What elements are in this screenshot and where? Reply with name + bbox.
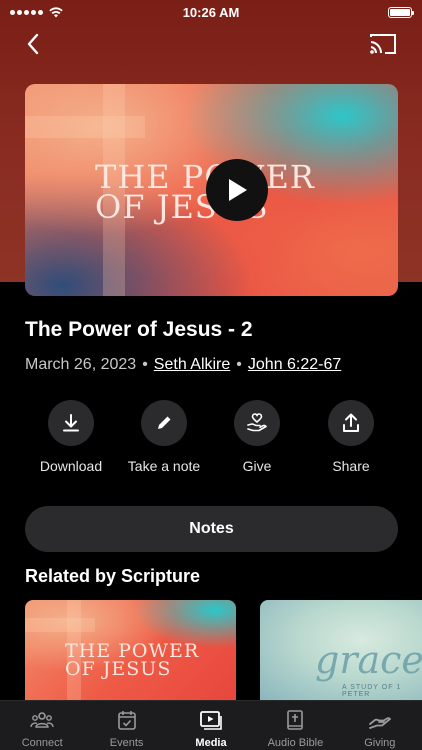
tab-bar: Connect Events Media Audio Bible Giving [0, 700, 422, 750]
signal-icon [10, 9, 43, 15]
take-note-button[interactable]: Take a note [114, 400, 214, 474]
related-section-title: Related by Scripture [25, 566, 201, 586]
tab-connect-label: Connect [21, 737, 63, 749]
calendar-icon [115, 709, 139, 731]
share-icon [343, 413, 359, 432]
wifi-icon [49, 6, 63, 17]
related-card-grace-subtitle: A STUDY OF 1 PETER [342, 684, 402, 698]
related-card-grace-word: grace [315, 638, 422, 682]
tab-events-label: Events [109, 737, 144, 749]
action-row: Download Take a note Give Share [0, 400, 422, 480]
play-button[interactable] [206, 159, 268, 221]
tab-media-label: Media [195, 737, 227, 749]
people-icon [30, 709, 54, 731]
cross-artwork-bar [25, 618, 95, 632]
tab-giving[interactable]: Giving [338, 701, 422, 750]
cast-button[interactable] [368, 30, 398, 58]
give-heart-hand-icon [247, 413, 267, 432]
tab-media[interactable]: Media [169, 701, 253, 750]
take-note-label: Take a note [127, 458, 201, 474]
sermon-meta: March 26, 2023 • Seth Alkire • John 6:22… [25, 356, 341, 374]
speaker-link[interactable]: Seth Alkire [154, 356, 230, 374]
download-label: Download [39, 458, 103, 474]
status-left [10, 6, 63, 18]
sermon-title: The Power of Jesus - 2 [25, 318, 253, 341]
share-circle [328, 400, 374, 446]
take-note-circle [141, 400, 187, 446]
cast-icon [370, 34, 396, 54]
give-button[interactable]: Give [207, 400, 307, 474]
status-time: 10:26 AM [182, 4, 240, 20]
status-bar: 10:26 AM [0, 0, 422, 24]
video-player[interactable]: THE POWER OF JESUS [25, 84, 398, 296]
sermon-date: March 26, 2023 [25, 356, 137, 373]
tab-connect[interactable]: Connect [0, 701, 84, 750]
media-play-icon [199, 709, 223, 731]
meta-separator: • [142, 356, 148, 373]
chevron-left-icon [27, 33, 39, 55]
related-card-title: THE POWER OF JESUS [65, 642, 225, 680]
related-card-grace[interactable]: grace A STUDY OF 1 PETER [260, 600, 422, 700]
related-card-power-of-jesus[interactable]: THE POWER OF JESUS [25, 600, 236, 700]
pencil-icon [158, 416, 171, 429]
back-button[interactable] [20, 30, 48, 58]
download-button[interactable]: Download [21, 400, 121, 474]
download-icon [63, 414, 79, 432]
related-card-line2: OF JESUS [65, 658, 172, 680]
notes-button[interactable]: Notes [25, 506, 398, 552]
share-button[interactable]: Share [301, 400, 401, 474]
scripture-link[interactable]: John 6:22-67 [248, 356, 341, 374]
tab-audio-bible-label: Audio Bible [267, 737, 324, 749]
cross-artwork-bar [25, 116, 145, 138]
nav-row [0, 28, 422, 60]
play-icon [229, 179, 247, 201]
give-circle [234, 400, 280, 446]
tab-events[interactable]: Events [84, 701, 168, 750]
bible-icon [283, 709, 307, 731]
meta-separator: • [236, 356, 242, 373]
give-label: Give [242, 458, 272, 474]
giving-hand-icon [368, 709, 392, 731]
share-label: Share [332, 458, 370, 474]
battery-icon [388, 6, 414, 18]
tab-audio-bible[interactable]: Audio Bible [253, 701, 337, 750]
tab-giving-label: Giving [364, 737, 396, 749]
download-circle [48, 400, 94, 446]
